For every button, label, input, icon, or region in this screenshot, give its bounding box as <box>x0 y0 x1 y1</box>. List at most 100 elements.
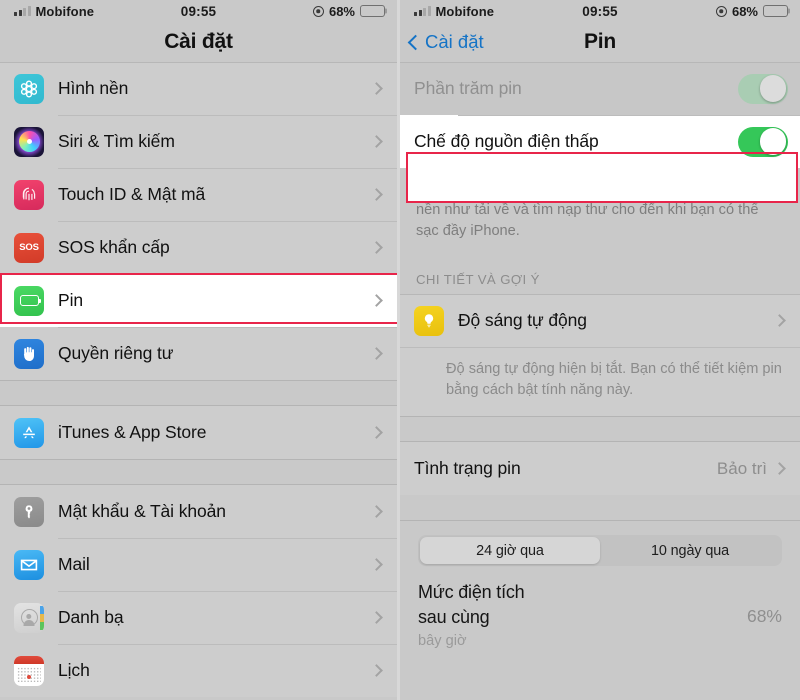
battery-settings-list: Phần trăm pin Chế độ nguồn điện thấp Chế… <box>400 62 800 649</box>
contacts-icon <box>14 602 44 633</box>
carrier-label: Mobifone <box>35 3 95 19</box>
auto-brightness-note: Độ sáng tự động hiện bị tắt. Bạn có thể … <box>400 347 800 416</box>
wallpaper-icon <box>14 73 44 104</box>
right-status-bar: Mobifone 09:55 68% <box>400 0 800 22</box>
sidebar-item-label: Lịch <box>58 660 90 680</box>
battery-green-icon <box>14 285 44 316</box>
settings-group-3: Mật khẩu & Tài khoản Mail Danh bạ Lịch <box>0 485 397 697</box>
last-charge-title-line1: Mức điện tích <box>418 582 525 602</box>
siri-icon <box>14 126 44 157</box>
left-nav-bar: Cài đặt <box>0 22 397 62</box>
auto-brightness-row[interactable]: Độ sáng tự động <box>400 294 800 347</box>
chevron-right-icon <box>370 505 383 518</box>
sidebar-item-calendar[interactable]: Lịch <box>0 644 397 697</box>
battery-health-label: Tình trạng pin <box>414 458 521 478</box>
section-divider <box>400 495 800 521</box>
section-divider <box>0 380 397 406</box>
left-status-right: 68% <box>312 3 385 19</box>
battery-percentage-row[interactable]: Phần trăm pin <box>400 62 800 115</box>
sidebar-item-siri[interactable]: Siri & Tìm kiếm <box>0 115 397 168</box>
sidebar-item-battery[interactable]: Pin <box>0 274 397 327</box>
chevron-right-icon <box>370 294 383 307</box>
last-charge-value: 68% <box>746 606 782 626</box>
privacy-hand-icon <box>14 338 44 369</box>
chevron-left-icon <box>407 34 424 50</box>
settings-group-1: Hình nền Siri & Tìm kiếm Touch ID & Mật … <box>0 62 397 380</box>
left-status-bar: Mobifone 09:55 68% <box>0 0 397 22</box>
settings-list: Hình nền Siri & Tìm kiếm Touch ID & Mật … <box>0 62 397 697</box>
right-status-right: 68% <box>715 3 788 19</box>
left-phone-settings-screen: Mobifone 09:55 68% Cài đặt Hình nền Siri… <box>0 0 400 700</box>
sidebar-item-contacts[interactable]: Danh bạ <box>0 591 397 644</box>
right-nav-bar: Cài đặt Pin <box>400 22 800 62</box>
auto-brightness-label: Độ sáng tự động <box>458 310 587 330</box>
section-divider <box>400 416 800 442</box>
details-and-tips-header: CHI TIẾT VÀ GỢI Ý <box>416 272 540 287</box>
last-charge-level-text: Mức điện tích sau cùng bây giờ <box>418 580 747 649</box>
sidebar-item-label: Touch ID & Mật mã <box>58 184 206 204</box>
chevron-right-icon <box>773 314 786 327</box>
battery-percentage-label: 68% <box>731 3 758 19</box>
segment-10-days[interactable]: 10 ngày qua <box>600 537 780 564</box>
sidebar-item-label: Mật khẩu & Tài khoản <box>58 501 226 521</box>
sidebar-item-wallpaper[interactable]: Hình nền <box>0 62 397 115</box>
signal-bars-icon <box>14 6 31 16</box>
right-status-left: Mobifone <box>414 4 494 19</box>
sidebar-item-label: Siri & Tìm kiếm <box>58 131 175 151</box>
location-services-icon <box>715 5 727 17</box>
chevron-right-icon <box>370 82 383 95</box>
calendar-icon <box>14 655 44 686</box>
chevron-right-icon <box>370 426 383 439</box>
sidebar-item-emergency-sos[interactable]: SOS SOS khẩn cấp <box>0 221 397 274</box>
usage-range-segmented-wrap: 24 giờ qua 10 ngày qua <box>400 521 800 566</box>
sidebar-item-passwords-accounts[interactable]: Mật khẩu & Tài khoản <box>0 485 397 538</box>
low-power-mode-row[interactable]: Chế độ nguồn điện thấp <box>400 115 800 168</box>
page-title: Cài đặt <box>164 30 233 53</box>
battery-health-value: Bảo trì <box>716 458 767 478</box>
chevron-right-icon <box>370 558 383 571</box>
sos-icon: SOS <box>14 232 44 263</box>
location-services-icon <box>312 5 324 17</box>
chevron-right-icon <box>370 664 383 677</box>
chevron-right-icon <box>773 462 786 475</box>
brightness-bulb-icon <box>414 305 444 336</box>
signal-bars-icon <box>414 6 431 16</box>
sidebar-item-label: Pin <box>58 290 83 310</box>
sidebar-item-label: iTunes & App Store <box>58 422 207 442</box>
usage-range-segmented-control[interactable]: 24 giờ qua 10 ngày qua <box>418 535 782 566</box>
battery-percentage-row-label: Phần trăm pin <box>414 78 522 98</box>
sidebar-item-label: Mail <box>58 554 90 574</box>
battery-low-power-icon <box>763 5 788 17</box>
sidebar-item-privacy[interactable]: Quyền riêng tư <box>0 327 397 380</box>
low-power-mode-toggle[interactable] <box>738 126 788 157</box>
back-button[interactable]: Cài đặt <box>400 31 484 53</box>
sidebar-item-itunes-app-store[interactable]: iTunes & App Store <box>0 406 397 459</box>
sidebar-item-label: Hình nền <box>58 78 129 98</box>
app-store-icon <box>14 417 44 448</box>
low-power-mode-label: Chế độ nguồn điện thấp <box>414 131 599 151</box>
chevron-right-icon <box>370 347 383 360</box>
sidebar-item-label: SOS khẩn cấp <box>58 237 170 257</box>
last-charge-level-block: Mức điện tích sau cùng bây giờ 68% <box>400 566 800 649</box>
last-charge-title-line2: sau cùng <box>418 607 490 627</box>
chevron-right-icon <box>370 188 383 201</box>
key-icon <box>14 496 44 527</box>
battery-percentage-label: 68% <box>328 3 355 19</box>
sidebar-item-touch-id[interactable]: Touch ID & Mật mã <box>0 168 397 221</box>
touch-id-icon <box>14 179 44 210</box>
mail-icon <box>14 549 44 580</box>
battery-percentage-toggle[interactable] <box>738 73 788 104</box>
right-phone-battery-screen: Mobifone 09:55 68% Cài đặt Pin Phần trăm… <box>400 0 800 700</box>
dual-phone-screenshot: Mobifone 09:55 68% Cài đặt Hình nền Siri… <box>0 0 800 700</box>
left-status-left: Mobifone <box>14 4 94 19</box>
chevron-right-icon <box>370 611 383 624</box>
battery-health-row[interactable]: Tình trạng pin Bảo trì <box>400 442 800 495</box>
carrier-label: Mobifone <box>435 3 495 19</box>
last-charge-subtitle: bây giờ <box>418 633 467 649</box>
segment-24-hours[interactable]: 24 giờ qua <box>420 537 600 564</box>
settings-group-2: iTunes & App Store <box>0 406 397 459</box>
sidebar-item-label: Quyền riêng tư <box>58 343 174 363</box>
chevron-right-icon <box>370 241 383 254</box>
sidebar-item-mail[interactable]: Mail <box>0 538 397 591</box>
battery-icon <box>360 5 385 17</box>
